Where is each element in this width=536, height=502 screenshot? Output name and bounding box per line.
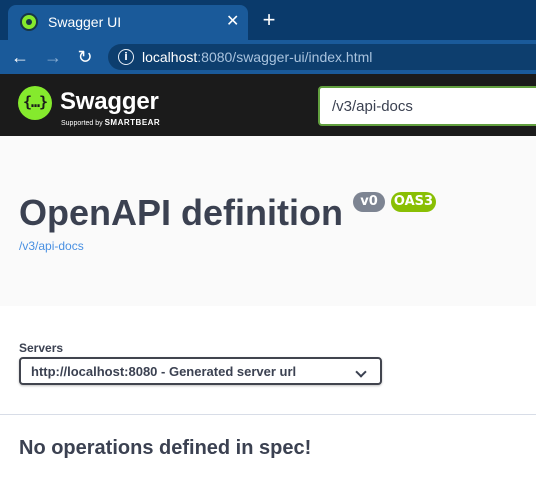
logo-sub-brand: SMARTBEAR [104, 118, 161, 127]
no-operations-message: No operations defined in spec! [19, 437, 312, 459]
chevron-down-icon [355, 366, 367, 378]
address-bar[interactable]: i localhost:8080/swagger-ui/index.html [108, 44, 536, 70]
oas-badge: OAS3 [391, 192, 436, 212]
close-tab-icon[interactable]: ✕ [226, 12, 239, 32]
browser-tab[interactable]: Swagger UI ✕ [8, 5, 248, 40]
server-selected-value: http://localhost:8080 - Generated server… [31, 364, 297, 379]
browser-toolbar: ← → ↻ i localhost:8080/swagger-ui/index.… [0, 40, 536, 74]
logo-glyph: {…} [22, 93, 48, 111]
swagger-logo-icon[interactable]: {…} [18, 86, 52, 120]
swagger-topbar: {…} Swagger Supported by SMARTBEAR [0, 74, 536, 136]
url-host: localhost [142, 49, 198, 65]
spec-link[interactable]: /v3/api-docs [19, 239, 84, 253]
url-path: :8080/swagger-ui/index.html [197, 49, 373, 65]
swagger-logo-text[interactable]: Swagger [60, 88, 159, 116]
api-title: OpenAPI definition [19, 192, 343, 233]
logo-sub-prefix: Supported by [61, 120, 105, 127]
reload-icon[interactable]: ↻ [73, 45, 97, 69]
info-section: OpenAPI definition v0 OAS3 /v3/api-docs [0, 136, 536, 306]
browser-tab-strip: Swagger UI ✕ + [0, 0, 536, 40]
new-tab-icon[interactable]: + [258, 9, 280, 31]
forward-arrow-icon[interactable]: → [41, 45, 65, 69]
section-divider [0, 414, 536, 415]
site-info-icon[interactable]: i [118, 49, 134, 65]
tab-title: Swagger UI [48, 14, 122, 30]
version-badge: v0 [353, 192, 385, 212]
spec-url-input[interactable] [318, 86, 536, 126]
servers-label: Servers [19, 341, 64, 355]
swagger-favicon-icon [20, 13, 38, 31]
address-url[interactable]: localhost:8080/swagger-ui/index.html [142, 49, 372, 65]
back-arrow-icon[interactable]: ← [8, 45, 32, 69]
server-select[interactable]: http://localhost:8080 - Generated server… [19, 357, 382, 385]
logo-subtitle: Supported by SMARTBEAR [61, 118, 160, 127]
